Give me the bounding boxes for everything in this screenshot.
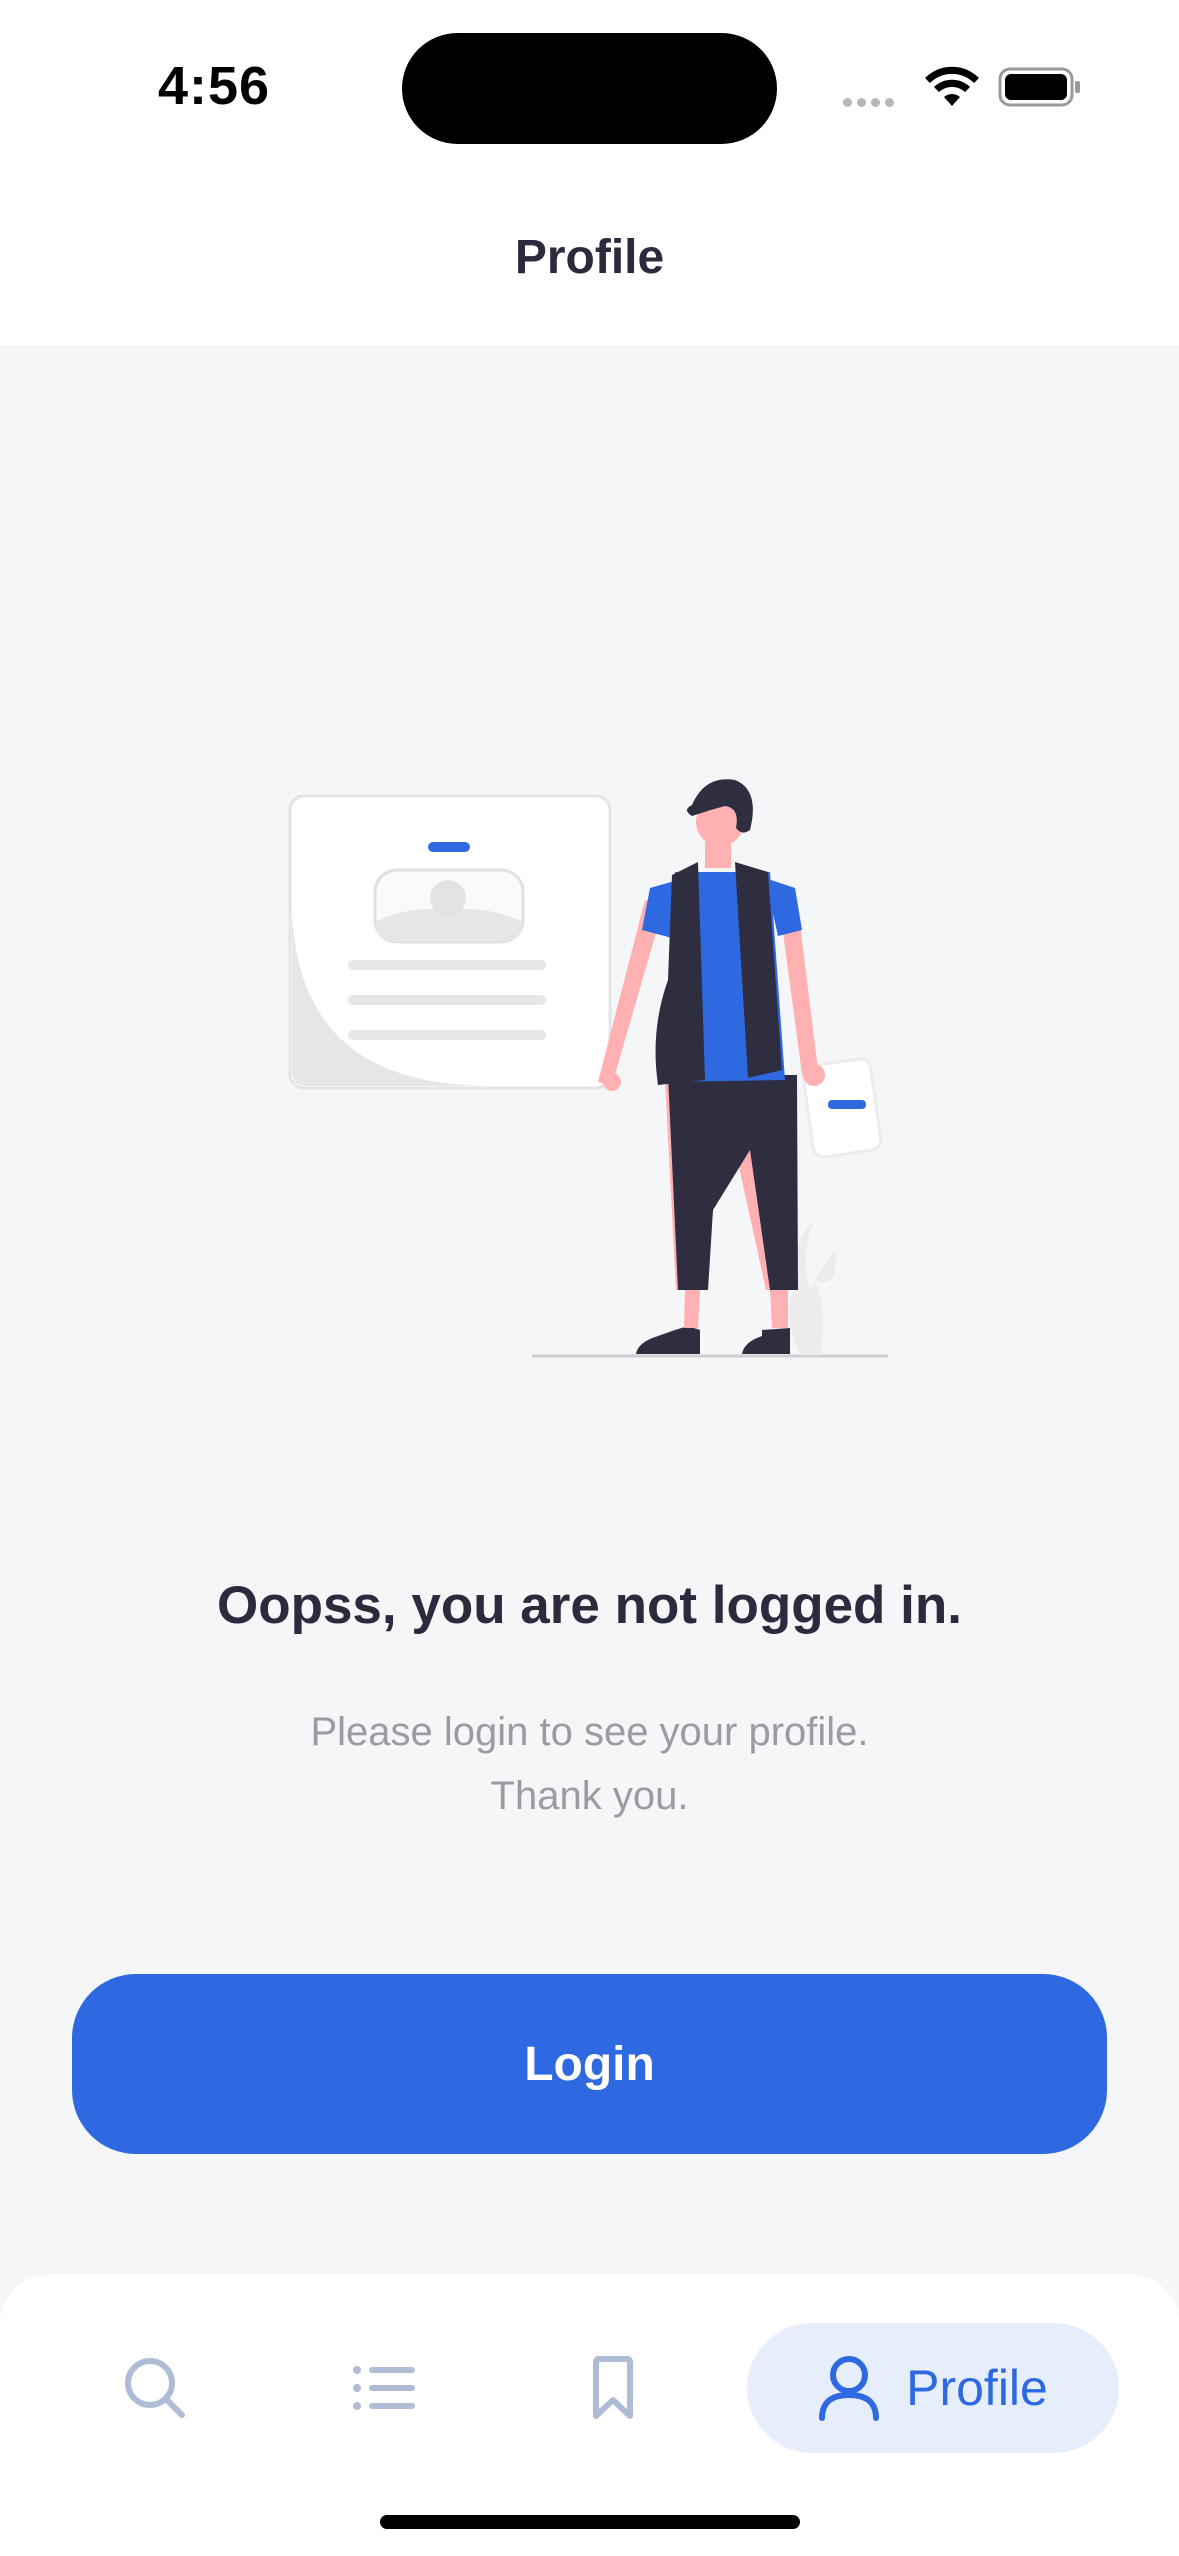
empty-state-message: Please login to see your profile. Thank … (0, 1700, 1179, 1828)
wifi-icon (925, 66, 979, 106)
user-icon (819, 2356, 880, 2421)
not-logged-in-illustration (288, 779, 888, 1358)
empty-state-title: Oopss, you are not logged in. (216, 1576, 962, 1635)
tab-bookmark[interactable] (558, 2323, 668, 2453)
bookmark-icon (593, 2356, 633, 2419)
login-button[interactable]: Login (72, 1974, 1107, 2154)
tab-profile[interactable]: Profile (747, 2323, 1119, 2453)
list-icon (353, 2366, 415, 2410)
tab-profile-label: Profile (906, 2360, 1048, 2416)
status-bar: 4:56 (0, 0, 1179, 175)
empty-state-message-line: Thank you. (490, 1774, 689, 1818)
person-graphic (598, 779, 825, 1354)
cellular-signal-icon (843, 94, 899, 112)
tab-search[interactable] (100, 2323, 210, 2453)
tab-list[interactable] (330, 2323, 440, 2453)
status-time: 4:56 (158, 56, 271, 116)
search-icon (125, 2358, 185, 2418)
home-indicator[interactable] (380, 2515, 800, 2529)
battery-icon (998, 67, 1080, 107)
dynamic-island (402, 33, 777, 144)
page-title: Profile (514, 231, 665, 284)
empty-state-message-line: Please login to see your profile. (310, 1710, 869, 1754)
profile-card-graphic (288, 794, 612, 1090)
